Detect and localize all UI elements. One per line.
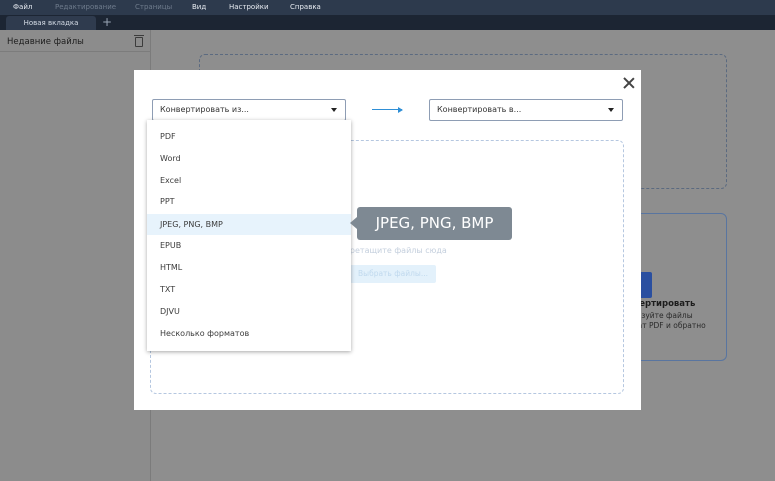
menu-bar: Файл Редактирование Страницы Вид Настрой… [0,0,775,15]
convert-from-label: Конвертировать из... [160,105,249,114]
convert-to-select[interactable]: Конвертировать в... [429,99,623,121]
format-option-image[interactable]: JPEG, PNG, BMP [147,214,351,235]
convert-card-subtitle-line-2: мат PDF и обратно [632,321,706,330]
format-option-excel[interactable]: Excel [147,170,351,191]
close-icon[interactable] [622,76,636,90]
format-option-txt[interactable]: TXT [147,279,351,300]
chevron-down-icon [331,108,337,112]
tab-bar: Новая вкладка + [0,15,775,30]
menu-edit[interactable]: Редактирование [55,0,116,15]
format-option-multiple[interactable]: Несколько форматов [147,323,351,344]
menu-settings[interactable]: Настройки [229,0,269,15]
trash-icon[interactable] [134,35,144,47]
select-files-button[interactable]: Выбрать файлы... [350,265,436,283]
convert-from-select[interactable]: Конвертировать из... [152,99,346,121]
sidebar-divider [0,51,151,52]
format-option-html[interactable]: HTML [147,257,351,278]
menu-pages[interactable]: Страницы [135,0,172,15]
arrow-right-icon [372,106,403,113]
convert-card-subtitle-line-1: разуйте файлы [632,311,693,320]
convert-to-label: Конвертировать в... [437,105,522,114]
sidebar: Недавние файлы [0,30,151,481]
menu-help[interactable]: Справка [290,0,321,15]
format-option-djvu[interactable]: DJVU [147,301,351,322]
format-option-pdf[interactable]: PDF [147,126,351,147]
option-tooltip: JPEG, PNG, BMP [350,207,512,240]
format-option-epub[interactable]: EPUB [147,235,351,256]
convert-card-subtitle: разуйте файлы мат PDF и обратно [632,311,706,331]
drop-hint: еретащите файлы сюда [345,246,447,255]
format-option-ppt[interactable]: PPT [147,191,351,212]
menu-file[interactable]: Файл [13,0,32,15]
sidebar-title: Недавние файлы [7,37,84,47]
tab-new[interactable]: Новая вкладка [6,16,96,30]
format-dropdown: PDF Word Excel PPT JPEG, PNG, BMP EPUB H… [147,120,351,351]
chevron-down-icon [608,108,614,112]
plus-icon[interactable]: + [98,16,116,30]
format-option-word[interactable]: Word [147,148,351,169]
menu-view[interactable]: Вид [192,0,206,15]
